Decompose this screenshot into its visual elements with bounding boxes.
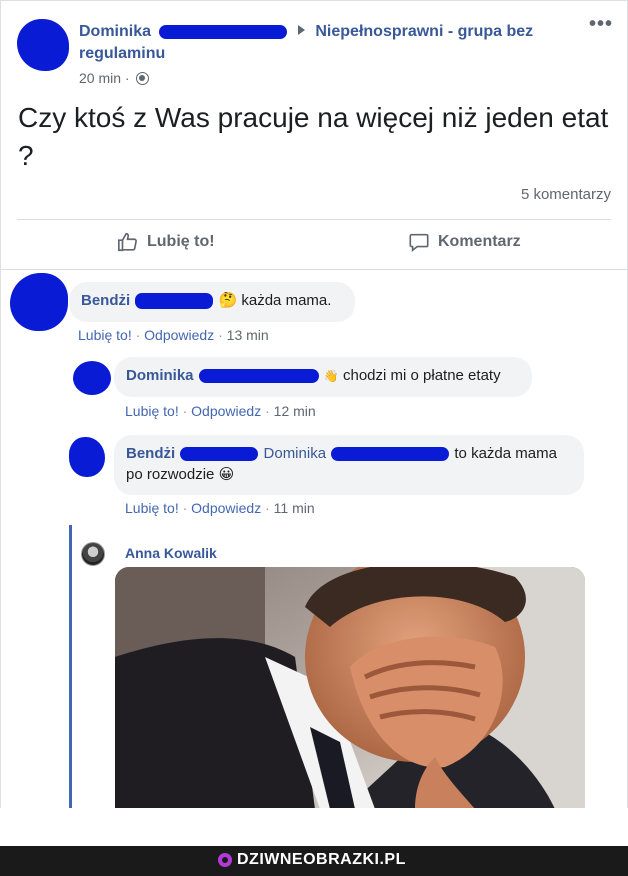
- comment-actions: Lubię to! · Odpowiedz · 13 min: [78, 327, 269, 343]
- logo-icon: [218, 853, 232, 867]
- comment-like-link[interactable]: Lubię to!: [125, 403, 179, 419]
- redaction-mark: [198, 369, 319, 384]
- redaction-mark: [331, 447, 450, 462]
- comment-reply-link[interactable]: Odpowiedz: [191, 500, 261, 516]
- arrow-right-icon: [297, 25, 305, 35]
- comment-time[interactable]: 13 min: [227, 327, 269, 343]
- comment-icon: [409, 233, 429, 252]
- more-options-icon[interactable]: •••: [589, 13, 613, 36]
- divider: [1, 269, 627, 270]
- thumbs-up-icon: [118, 232, 137, 252]
- post-card: Dominika Niepełnosprawni - grupa bez reg…: [0, 0, 628, 808]
- thinking-emoji-icon: 🤔: [218, 292, 238, 309]
- waving-hand-icon: 👋: [323, 369, 339, 383]
- post-meta: 20 min ·: [79, 70, 150, 86]
- divider: [17, 219, 611, 220]
- facepalm-photo: [115, 567, 585, 808]
- comment-bubble: Bendżi Dominika to każda mama po rozwodz…: [114, 435, 584, 495]
- author-avatar[interactable]: [17, 19, 69, 71]
- post-time[interactable]: 20 min: [79, 70, 121, 86]
- commenter-avatar[interactable]: [69, 437, 105, 477]
- like-label: Lubię to!: [147, 233, 215, 250]
- comment-reply-link[interactable]: Odpowiedz: [191, 403, 261, 419]
- site-logo[interactable]: DZIWNEOBRAZKI.PL: [218, 851, 406, 869]
- comment-reply-link[interactable]: Odpowiedz: [144, 327, 214, 343]
- comment-text: każda mama.: [241, 292, 332, 309]
- commenter-avatar[interactable]: [10, 273, 68, 331]
- mention-link[interactable]: Dominika: [264, 445, 327, 462]
- post-header: Dominika Niepełnosprawni - grupa bez reg…: [79, 21, 579, 65]
- comment-button[interactable]: Komentarz: [408, 231, 521, 253]
- comment-author[interactable]: Anna Kowalik: [125, 545, 217, 561]
- site-brand: DZIWNEOBRAZKI.PL: [237, 851, 406, 868]
- post-text: Czy ktoś z Was pracuje na więcej niż jed…: [18, 102, 609, 171]
- like-button[interactable]: Lubię to!: [117, 231, 215, 253]
- comment-label: Komentarz: [438, 233, 521, 250]
- commenter-avatar[interactable]: [73, 361, 111, 395]
- commenter-avatar[interactable]: [81, 542, 105, 566]
- comment-author[interactable]: Bendżi: [126, 445, 175, 462]
- comment-like-link[interactable]: Lubię to!: [78, 327, 132, 343]
- comment-actions: Lubię to! · Odpowiedz · 11 min: [125, 500, 315, 516]
- smiling-emoji-icon: 😀: [218, 466, 235, 483]
- redaction-mark: [180, 447, 259, 462]
- comment-like-link[interactable]: Lubię to!: [125, 500, 179, 516]
- meta-separator: ·: [124, 70, 130, 86]
- globe-icon: [136, 72, 150, 85]
- comment-text: chodzi mi o płatne etaty: [342, 367, 501, 384]
- thread-indicator: [69, 525, 72, 808]
- author-name[interactable]: Dominika: [79, 23, 151, 40]
- comment-bubble: Dominika 👋 chodzi mi o płatne etaty: [114, 357, 532, 397]
- comment-bubble: Bendżi 🤔 każda mama.: [69, 282, 355, 322]
- comment-time[interactable]: 12 min: [274, 403, 316, 419]
- comment-author[interactable]: Bendżi: [81, 292, 130, 309]
- comment-actions: Lubię to! · Odpowiedz · 12 min: [125, 403, 316, 419]
- redaction-mark: [135, 293, 214, 310]
- comment-time[interactable]: 11 min: [274, 500, 315, 516]
- redaction-mark: [159, 24, 288, 39]
- comment-count[interactable]: 5 komentarzy: [521, 186, 611, 203]
- comment-photo[interactable]: [115, 567, 585, 808]
- comment-author[interactable]: Dominika: [126, 367, 194, 384]
